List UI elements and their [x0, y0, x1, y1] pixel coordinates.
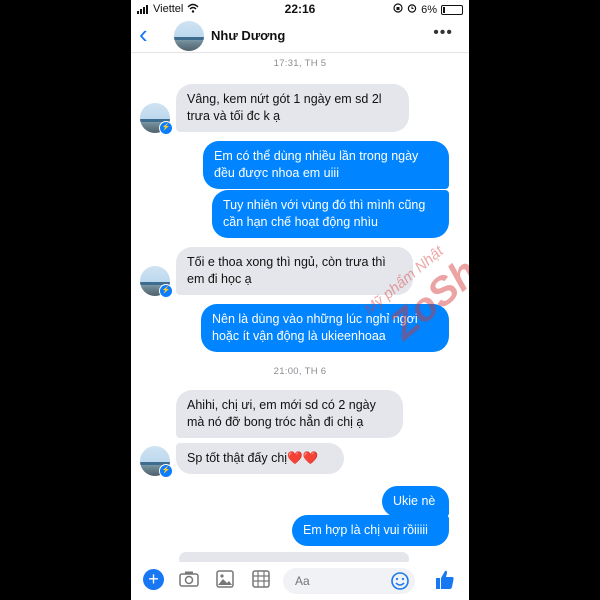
- chat-header: ‹ Như Dương •••: [131, 18, 469, 53]
- alarm-icon: [407, 3, 417, 16]
- back-chevron-icon[interactable]: ‹: [139, 21, 157, 47]
- battery-percent: 6%: [421, 3, 437, 16]
- incoming-message[interactable]: Vâng, kem nứt gót 1 ngày em sd 2l trưa v…: [176, 84, 409, 132]
- sender-avatar[interactable]: ⚡: [140, 103, 173, 135]
- outgoing-message[interactable]: Ukie nè: [382, 486, 449, 517]
- timestamp: 17:31, TH 5: [273, 58, 327, 69]
- outgoing-message[interactable]: Em có thể dùng nhiều lần trong ngày đều …: [203, 141, 449, 189]
- messenger-badge-icon: ⚡: [159, 121, 173, 135]
- message-composer[interactable]: [283, 568, 415, 594]
- sender-avatar[interactable]: ⚡: [140, 266, 173, 298]
- thumbs-up-icon[interactable]: [433, 568, 457, 592]
- status-bar: Viettel 22:16 6%: [131, 0, 469, 18]
- messenger-screen: Viettel 22:16 6% ‹ Như Dương ••• 17:31, …: [131, 0, 469, 600]
- gallery-icon[interactable]: [215, 570, 235, 588]
- orientation-lock-icon: [393, 3, 403, 16]
- composer-bar: +: [131, 562, 469, 600]
- camera-icon[interactable]: [179, 570, 199, 588]
- outgoing-message[interactable]: Nên là dùng vào những lúc nghỉ ngơi hoặc…: [201, 304, 449, 352]
- keyboard-grid-icon[interactable]: [251, 570, 271, 588]
- battery-icon: [441, 4, 463, 15]
- timestamp: 21:00, TH 6: [273, 366, 327, 377]
- incoming-message[interactable]: Tối e thoa xong thì ngủ, còn trưa thì em…: [176, 247, 413, 295]
- outgoing-message[interactable]: Tuy nhiên với vùng đó thì mình cũng cần …: [212, 190, 449, 238]
- contact-avatar[interactable]: [174, 21, 204, 51]
- incoming-message[interactable]: Ahihi, chị ưi, em mới sd có 2 ngày mà nó…: [176, 390, 403, 438]
- message-input[interactable]: [293, 573, 387, 589]
- more-options-icon[interactable]: •••: [433, 24, 453, 42]
- emoji-icon[interactable]: [390, 571, 410, 591]
- messenger-badge-icon: ⚡: [159, 284, 173, 298]
- sender-avatar[interactable]: ⚡: [140, 446, 173, 478]
- incoming-message[interactable]: Sp tốt thật đấy chị❤️❤️: [176, 443, 344, 474]
- outgoing-message[interactable]: Em hợp là chị vui rồiiiii: [292, 515, 449, 546]
- plus-icon[interactable]: +: [143, 569, 164, 590]
- contact-name[interactable]: Như Dương: [211, 28, 285, 43]
- messenger-badge-icon: ⚡: [159, 464, 173, 478]
